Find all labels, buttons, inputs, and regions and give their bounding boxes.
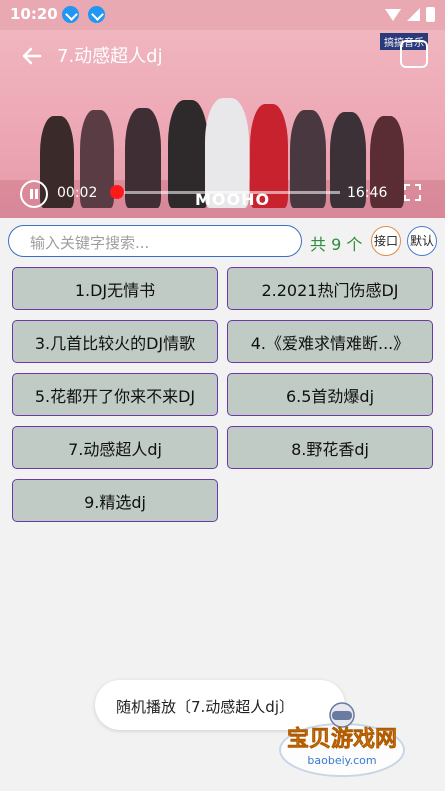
- song-item[interactable]: 5.花都开了你来不来DJ: [12, 373, 218, 416]
- song-item[interactable]: 3.几首比较火的DJ情歌: [12, 320, 218, 363]
- progress-thumb[interactable]: [110, 185, 124, 199]
- search-placeholder: 输入关键字搜索...: [30, 234, 150, 252]
- result-count: 共 9 个: [310, 235, 363, 254]
- video-title: 7.动感超人dj: [57, 46, 163, 67]
- download-icon: [62, 6, 79, 23]
- song-item[interactable]: 7.动感超人dj: [12, 426, 218, 469]
- song-item[interactable]: 6.5首劲爆dj: [227, 373, 433, 416]
- status-bar: 10:20: [0, 0, 445, 30]
- wifi-icon: [385, 8, 401, 21]
- video-watermark: MOOHO: [195, 190, 271, 209]
- site-watermark-logo: 宝贝游戏网 baobeiy.com: [279, 702, 405, 777]
- status-icons: [385, 7, 435, 22]
- toast-text: 随机播放〔7.动感超人dj〕: [116, 698, 295, 716]
- song-item[interactable]: 4.《爱难求情难断...》: [227, 320, 433, 363]
- song-item[interactable]: 9.精选dj: [12, 479, 218, 522]
- api-button[interactable]: 接口: [371, 226, 401, 256]
- signal-icon: [407, 8, 420, 21]
- svg-text:宝贝游戏网: 宝贝游戏网: [287, 726, 397, 752]
- status-time: 10:20: [10, 5, 58, 23]
- download-icon: [88, 6, 105, 23]
- current-time: 00:02: [57, 185, 98, 201]
- picture-in-picture-icon[interactable]: [400, 40, 428, 68]
- song-item[interactable]: 1.DJ无情书: [12, 267, 218, 310]
- duration: 16:46: [347, 185, 388, 201]
- svg-text:baobeiy.com: baobeiy.com: [307, 754, 376, 767]
- back-arrow-icon[interactable]: [20, 44, 44, 68]
- fullscreen-icon[interactable]: [404, 184, 421, 201]
- default-button[interactable]: 默认: [407, 226, 437, 256]
- battery-icon: [426, 7, 435, 22]
- pause-button[interactable]: [20, 180, 48, 208]
- song-item[interactable]: 2.2021热门伤感DJ: [227, 267, 433, 310]
- song-item[interactable]: 8.野花香dj: [227, 426, 433, 469]
